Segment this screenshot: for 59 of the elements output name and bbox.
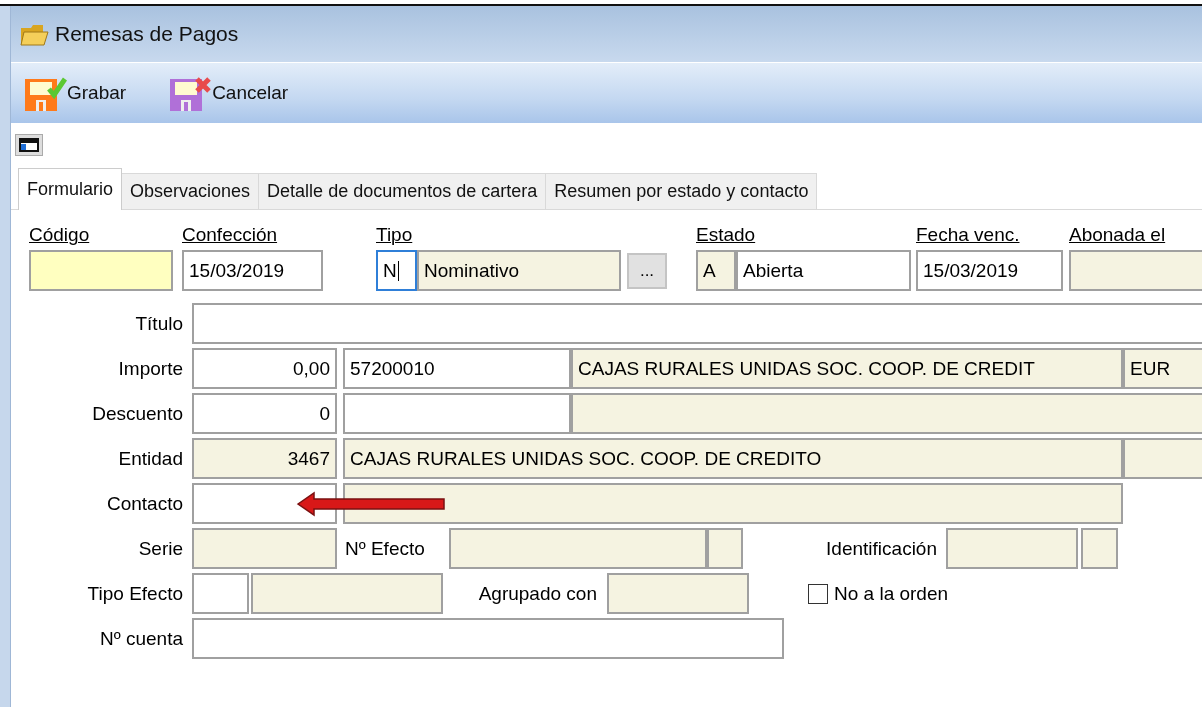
- input-field[interactable]: [192, 573, 249, 614]
- field-label: Nº cuenta: [99, 627, 183, 650]
- input-field[interactable]: [607, 573, 749, 614]
- field-label: Serie: [137, 537, 183, 560]
- tab[interactable]: Resumen por estado y contacto: [545, 173, 818, 209]
- input-field[interactable]: 15/03/2019: [182, 250, 323, 291]
- browse-button[interactable]: ...: [627, 253, 667, 289]
- input-field[interactable]: [343, 393, 571, 434]
- input-field[interactable]: [29, 250, 173, 291]
- input-field[interactable]: 3467: [192, 438, 337, 479]
- field-label: Abonada el: [1069, 224, 1167, 247]
- input-field[interactable]: [1069, 250, 1202, 291]
- input-field[interactable]: 15/03/2019: [916, 250, 1063, 291]
- field-label: Título: [134, 312, 183, 335]
- input-field[interactable]: [192, 303, 1202, 344]
- field-label: Descuento: [91, 402, 183, 425]
- input-field[interactable]: [1123, 438, 1202, 479]
- field-label: Nº Efecto: [344, 537, 426, 560]
- input-field[interactable]: CAJAS RURALES UNIDAS SOC. COOP. DE CREDIT: [571, 348, 1123, 389]
- input-field[interactable]: Nominativo: [417, 250, 621, 291]
- input-field[interactable]: 0: [192, 393, 337, 434]
- field-label: Importe: [117, 357, 183, 380]
- window-icon: [19, 138, 39, 152]
- layout-button[interactable]: [15, 134, 43, 156]
- input-field[interactable]: CAJAS RURALES UNIDAS SOC. COOP. DE CREDITO: [343, 438, 1123, 479]
- field-label: Entidad: [117, 447, 183, 470]
- input-field[interactable]: EUR: [1123, 348, 1202, 389]
- field-label: Contacto: [105, 492, 183, 515]
- input-field[interactable]: 0,00: [192, 348, 337, 389]
- field-label: Tipo Efecto: [86, 582, 183, 605]
- tab[interactable]: Detalle de documentos de cartera: [258, 173, 547, 209]
- input-field[interactable]: [192, 528, 337, 569]
- field-label: Estado: [696, 224, 757, 247]
- input-field[interactable]: Abierta: [736, 250, 911, 291]
- input-field[interactable]: [192, 618, 784, 659]
- input-field[interactable]: [571, 393, 1202, 434]
- field-label: Tipo: [376, 224, 414, 247]
- field-label: Agrupado con: [477, 582, 598, 605]
- field-label: Fecha venc.: [916, 224, 1021, 247]
- input-field[interactable]: A: [696, 250, 736, 291]
- window-title: Remesas de Pagos: [55, 22, 239, 46]
- input-field[interactable]: [192, 483, 337, 524]
- input-field[interactable]: [449, 528, 707, 569]
- cancel-button[interactable]: Cancelar: [162, 69, 295, 117]
- tab[interactable]: Formulario: [18, 168, 123, 210]
- checkbox-label: No a la orden: [834, 582, 949, 605]
- input-field[interactable]: N: [376, 250, 417, 291]
- input-field[interactable]: [343, 483, 1123, 524]
- tab[interactable]: Observaciones: [121, 173, 260, 209]
- input-field[interactable]: [1081, 528, 1118, 569]
- save-button[interactable]: Grabar: [17, 69, 133, 117]
- input-field[interactable]: [946, 528, 1078, 569]
- input-field[interactable]: 57200010: [343, 348, 571, 389]
- field-label: Confección: [182, 224, 279, 247]
- input-field[interactable]: [251, 573, 443, 614]
- field-label: Identificación: [825, 537, 938, 560]
- checkbox[interactable]: [808, 583, 828, 604]
- input-field[interactable]: [707, 528, 743, 569]
- field-label: Código: [29, 224, 91, 247]
